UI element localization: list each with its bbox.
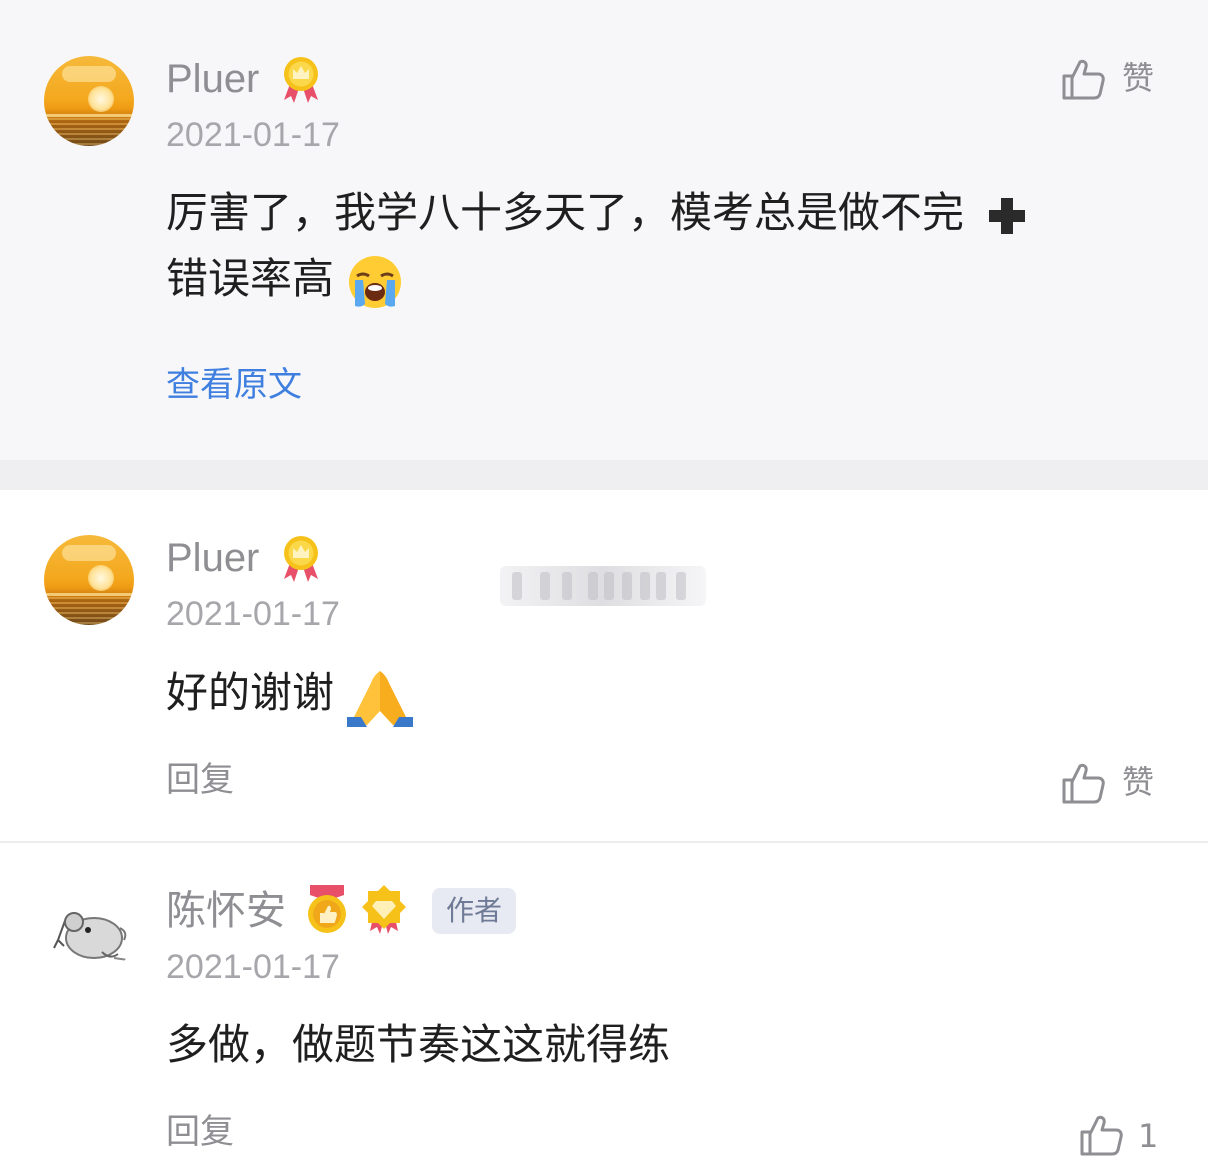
thumbs-up-icon[interactable] [1060,56,1106,102]
comment-divider [0,841,1208,843]
avatar-sun [88,86,114,112]
comment-text-line1: 厉害了，我学八十多天了，模考总是做不完 [166,188,965,237]
avatar-horizon [44,114,134,117]
username[interactable]: Pluer [166,538,259,578]
like-label[interactable]: 赞 [1122,62,1154,94]
like-count[interactable]: 1 [1138,1120,1158,1152]
reply-button[interactable]: 回复 [166,763,234,797]
avatar-water [44,118,134,146]
comment-text-body: 好的谢谢 [166,668,335,717]
avatar-sun [88,565,114,591]
comment-text: 好的谢谢 [166,660,414,727]
avatar[interactable] [44,56,134,146]
view-original-link[interactable]: 查看原文 [166,368,302,402]
avatar-horizon [44,593,134,596]
folded-hands-icon [347,670,414,727]
crown-medal-icon [284,57,318,103]
comment-date: 2021-01-17 [166,948,340,986]
blurred-overlay [500,566,706,606]
avatar[interactable] [44,535,134,625]
comment-date: 2021-01-17 [166,116,340,154]
author-badge: 作者 [432,888,516,934]
plus-icon [989,197,1026,234]
avatar-water [44,597,134,625]
avatar-cloud [62,66,116,82]
reply-button[interactable]: 回复 [166,1115,234,1149]
comment-date: 2021-01-17 [166,595,340,633]
comment-text: 多做，做题节奏这这就得练 [166,1020,671,1069]
avatar[interactable] [44,888,134,978]
thumb-medal-icon [308,885,346,933]
crown-medal-icon [284,536,318,582]
thumbs-up-icon[interactable] [1078,1112,1124,1158]
crying-face-icon [349,255,402,308]
username[interactable]: Pluer [166,59,259,99]
comment-text-line2: 错误率高 [166,254,335,303]
like-label[interactable]: 赞 [1122,766,1154,798]
avatar-cloud [62,545,116,561]
diamond-medal-icon [362,885,406,934]
section-separator [0,460,1208,490]
comment-text: 厉害了，我学八十多天了，模考总是做不完 错误率高 [166,180,1156,312]
thumbs-up-icon[interactable] [1060,760,1106,806]
username[interactable]: 陈怀安 [166,891,286,931]
